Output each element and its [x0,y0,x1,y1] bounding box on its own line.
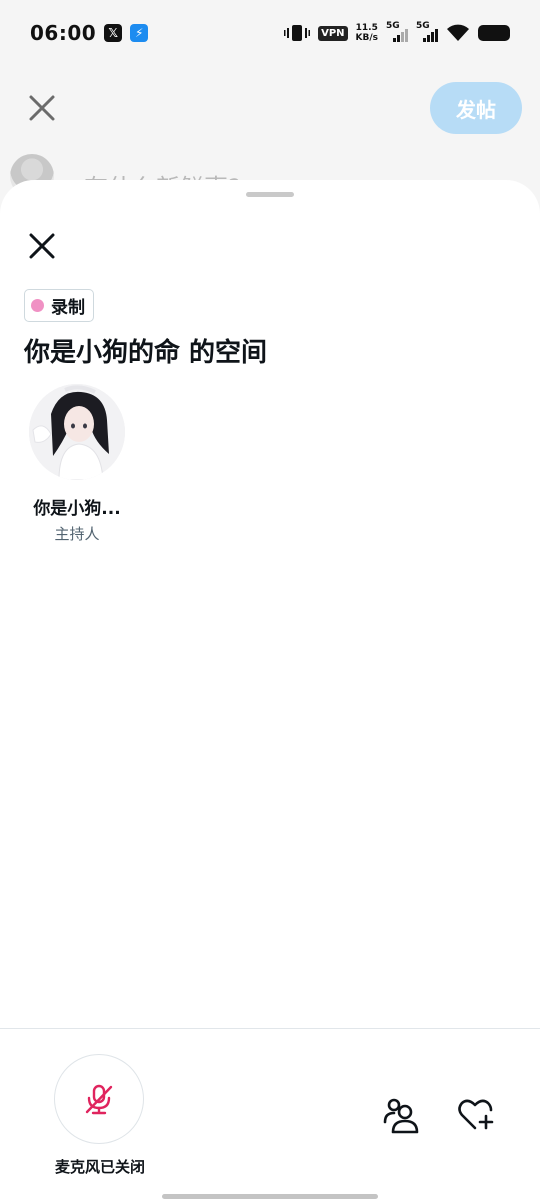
battery-icon [478,25,510,41]
status-time: 06:00 [30,21,97,45]
recording-dot-icon [31,299,44,312]
status-bar: 06:00 𝕏 ⚡ VPN 11.5 KB/s 5G 5G [0,0,540,66]
signal-sim2: 5G [416,21,438,42]
x-icon: 𝕏 [104,24,123,42]
network-speed-unit: KB/s [355,33,378,43]
divider [0,1028,540,1029]
network-speed: 11.5 KB/s [356,23,378,43]
space-sheet: 录制 你是小狗的命 的空间 你是小狗... 主持人 麦克风已关闭 [0,180,540,1200]
host-role: 主持人 [54,525,100,543]
bolt-icon: ⚡ [130,24,149,42]
signal-icon [423,29,438,42]
avatar-image [29,384,125,480]
mic-toggle-button[interactable] [54,1054,144,1144]
signal-sim1: 5G [386,21,408,42]
host-name: 你是小狗... [33,499,121,519]
people-icon[interactable] [380,1094,422,1136]
mic-off-icon [85,1084,113,1115]
mic-status-label: 麦克风已关闭 [54,1158,145,1176]
vibrate-icon [284,25,311,41]
close-icon[interactable] [24,228,60,264]
sheet-grab-handle[interactable] [246,192,294,197]
signal-icon [393,29,408,42]
host-card[interactable]: 你是小狗... 主持人 [24,384,130,544]
compose-header: 发帖 [0,80,540,136]
avatar[interactable] [29,384,125,480]
close-icon[interactable] [26,92,58,124]
status-indicators: VPN 11.5 KB/s 5G 5G [284,21,510,43]
post-button[interactable]: 发帖 [430,82,522,134]
wifi-icon [447,24,469,41]
heart-plus-icon[interactable] [454,1094,496,1136]
space-title: 你是小狗的命 的空间 [24,338,268,368]
vpn-badge: VPN [318,25,348,41]
recording-badge: 录制 [24,289,94,322]
network-speed-value: 11.5 [355,23,378,33]
recording-label: 录制 [51,298,85,318]
home-indicator[interactable] [162,1194,378,1199]
